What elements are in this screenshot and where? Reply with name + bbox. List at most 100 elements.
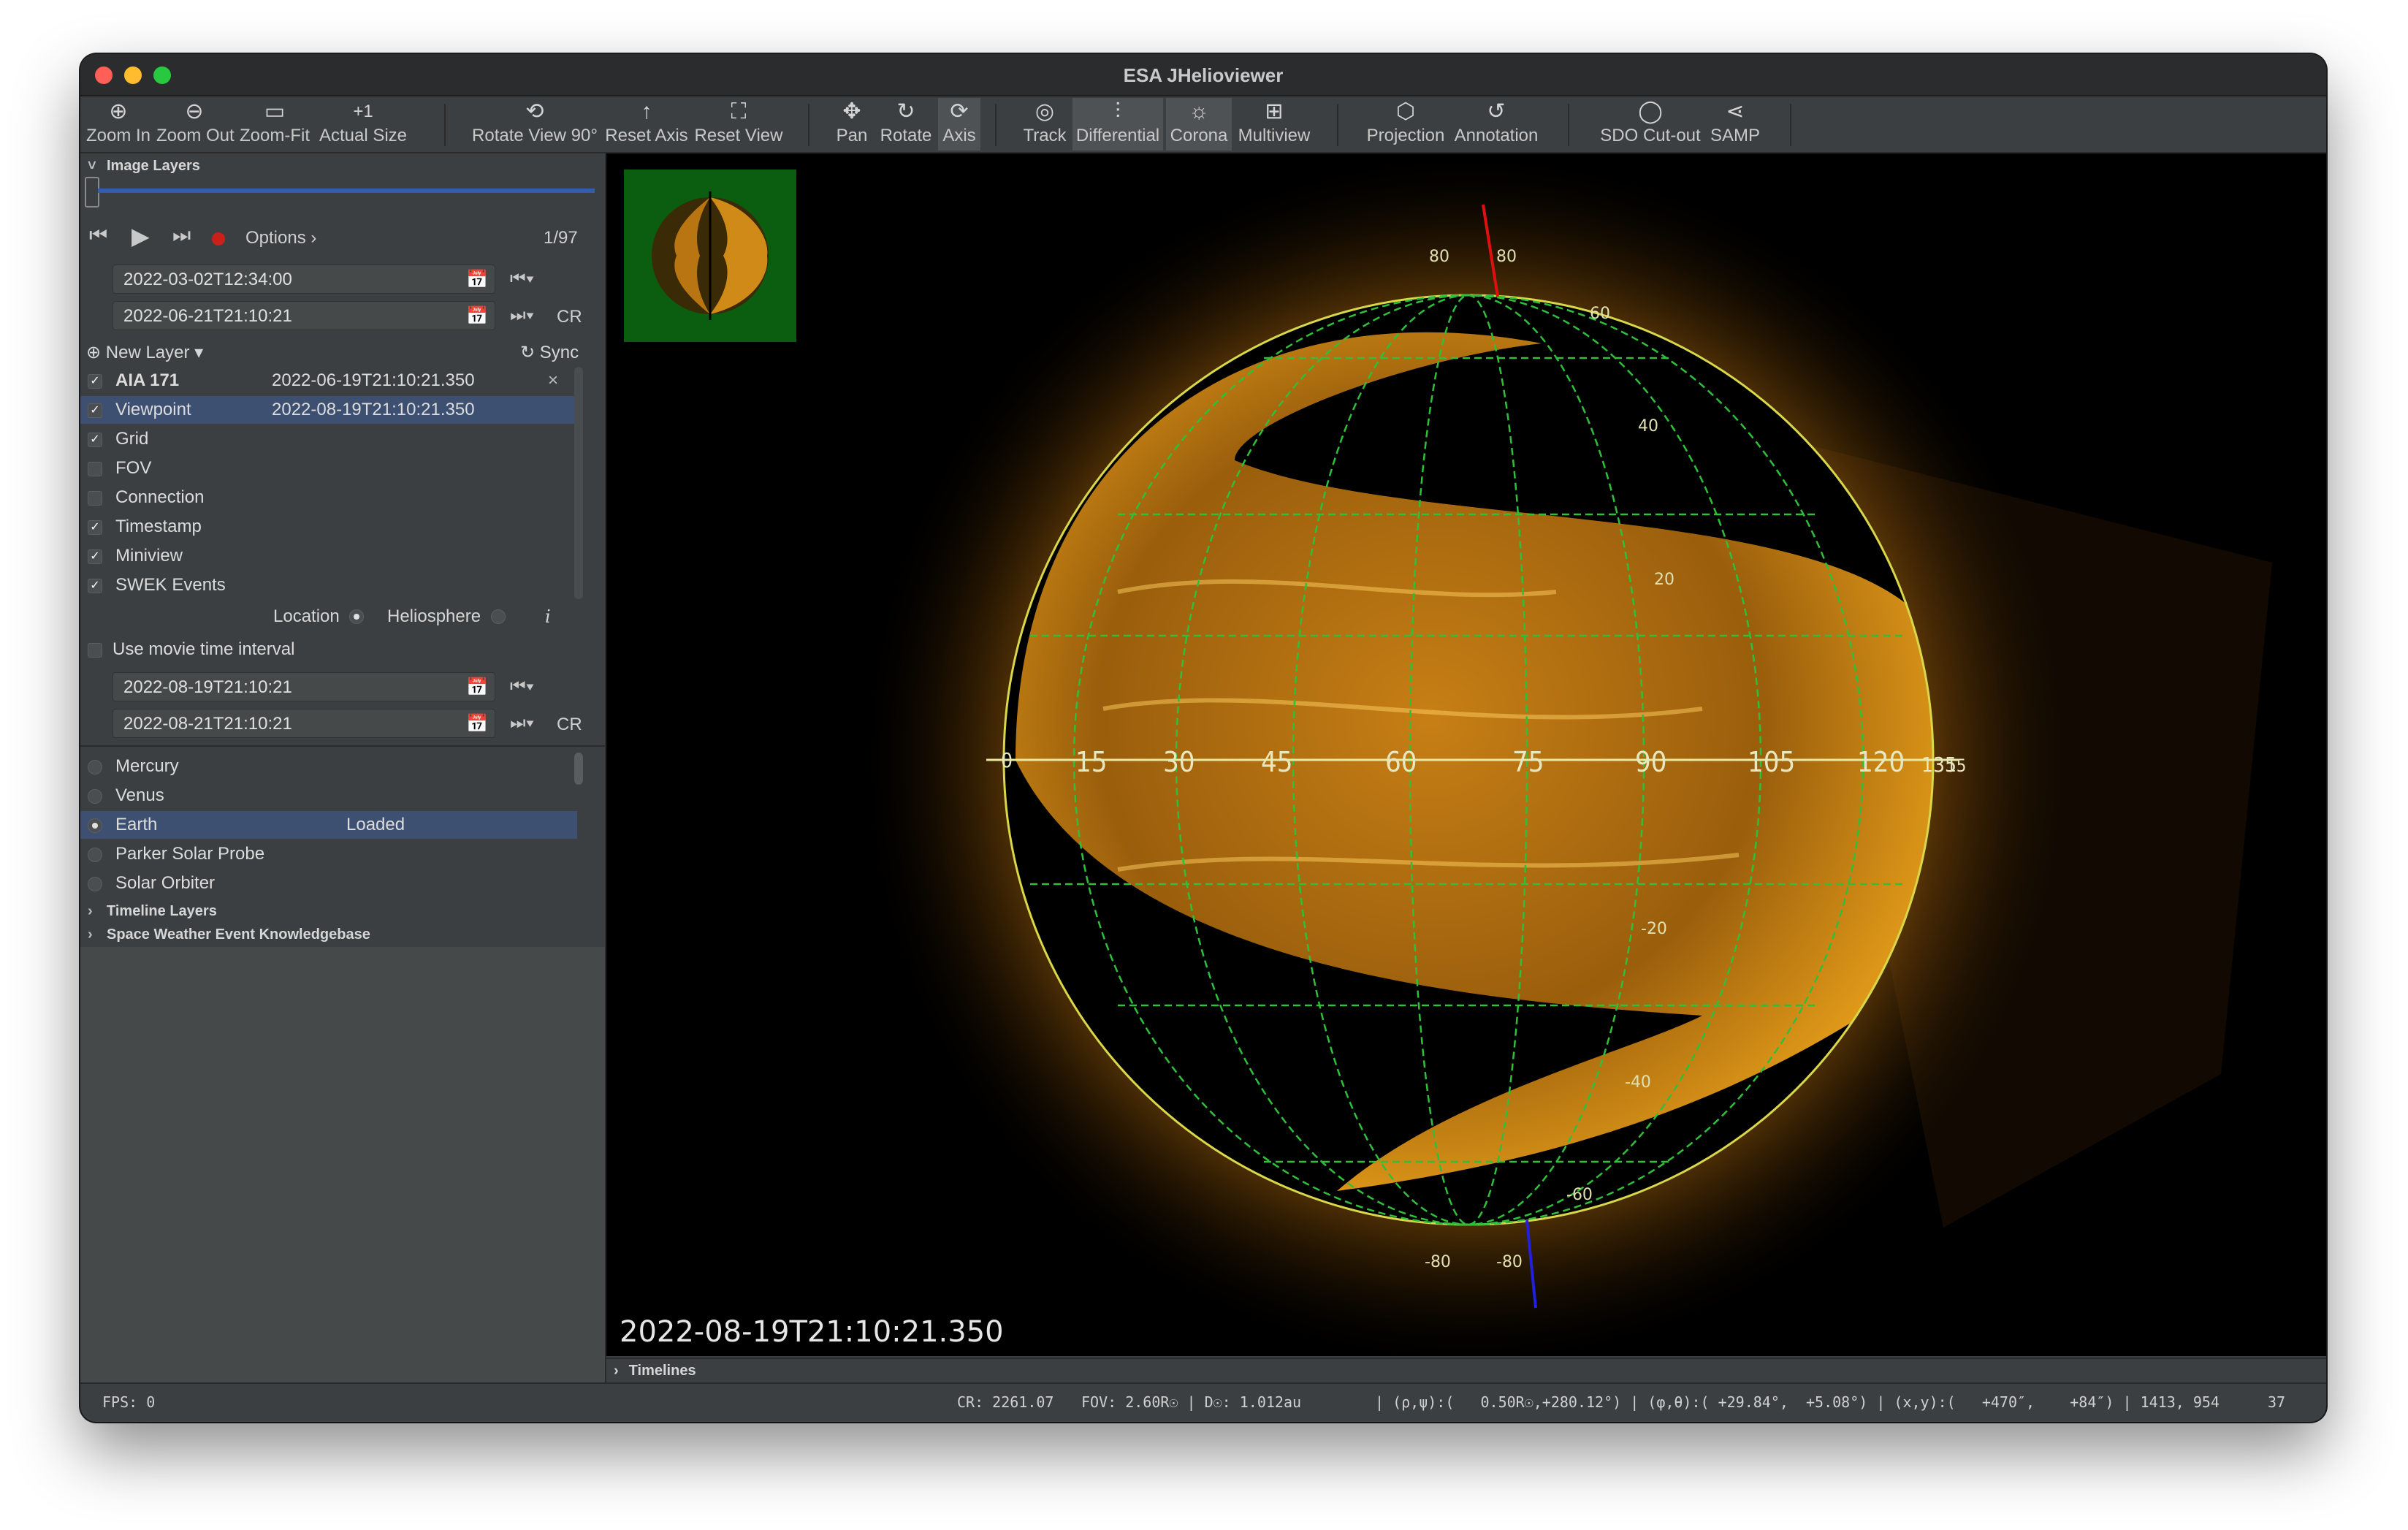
toolbar-separator (444, 104, 446, 146)
svg-text:-80: -80 (1425, 1253, 1451, 1271)
heliosphere-radio[interactable] (491, 609, 506, 624)
timeline-layers-header[interactable]: › Timeline Layers (80, 900, 217, 922)
axis-tick-label: 60 (1385, 746, 1417, 778)
svg-text:20: 20 (1654, 571, 1674, 589)
chevron-right-icon: › (88, 926, 93, 943)
frame-slider-track[interactable] (98, 189, 595, 193)
sync-button[interactable]: ↻ Sync (520, 342, 579, 363)
use-movie-interval[interactable]: Use movie time interval (80, 636, 577, 663)
image-layers-header[interactable]: ˅ Image Layers (80, 155, 200, 177)
projection-button[interactable]: ⬡ Projection (1363, 98, 1448, 151)
viewpoint-end-field[interactable]: 2022-08-21T21:10:21 (113, 709, 495, 738)
title-bar: ESA JHelioviewer (80, 54, 2326, 96)
share-icon: ⋖ (1726, 99, 1745, 123)
actual-size-button[interactable]: +1 Actual Size (317, 98, 409, 151)
remove-layer-icon[interactable]: × (548, 367, 558, 395)
pan-button[interactable]: ✥ Pan (830, 98, 874, 151)
rotate-button[interactable]: ↻ Rotate (877, 98, 935, 151)
multiview-button[interactable]: ⊞ Multiview (1235, 98, 1314, 151)
layer-row-fov[interactable]: FOV (80, 454, 577, 482)
svg-text:80: 80 (1496, 248, 1517, 266)
body-radio[interactable] (88, 760, 102, 774)
layer-row-aia171[interactable]: ✓ AIA 171 2022-06-19T21:10:21.350 × (80, 367, 577, 395)
layer-list-scrollbar[interactable] (574, 367, 583, 599)
layer-checkbox[interactable]: ✓ (88, 579, 102, 593)
carrington-button[interactable]: CR (557, 307, 582, 327)
viewpoint-carrington-button[interactable]: CR (557, 715, 582, 735)
frame-counter: 1/97 (544, 228, 578, 248)
body-row-mercury[interactable]: Mercury (80, 753, 577, 780)
axis-tick-label: 15 (1075, 746, 1108, 778)
sdo-cutout-icon: ◯ (1638, 99, 1663, 123)
miniview[interactable] (624, 170, 796, 342)
calendar-icon[interactable]: 📅 (466, 305, 488, 327)
calendar-icon[interactable]: 📅 (466, 713, 488, 734)
svg-text:-40: -40 (1625, 1073, 1651, 1092)
annotation-button[interactable]: ↺ Annotation (1451, 98, 1542, 151)
zoom-in-button[interactable]: ⊕ Zoom In (85, 98, 152, 151)
body-row-venus[interactable]: Venus (80, 782, 577, 810)
layer-row-miniview[interactable]: ✓ Miniview (80, 542, 577, 570)
layer-checkbox[interactable]: ✓ (88, 433, 102, 447)
axis-tick-label: 90 (1635, 746, 1667, 778)
axis-tick-label: 0 (1001, 748, 1013, 772)
axis-button[interactable]: ⟳ Axis (938, 98, 980, 151)
play-icon[interactable]: ▶ (132, 222, 150, 250)
sdo-cutout-button[interactable]: ◯ SDO Cut-out (1596, 98, 1705, 151)
body-radio[interactable] (88, 877, 102, 891)
swek-header[interactable]: › Space Weather Event Knowledgebase (80, 924, 370, 945)
reset-axis-button[interactable]: ↑ Reset Axis (603, 98, 690, 151)
reset-view-button[interactable]: ⛶ Reset View (694, 98, 783, 151)
location-radio[interactable] (349, 609, 364, 624)
solar-viewer[interactable]: 0 15 30 45 60 75 90 105 120 135 15 80 80… (606, 153, 2326, 1356)
calendar-icon[interactable]: 📅 (466, 269, 488, 290)
end-time-field[interactable]: 2022-06-21T21:10:21 (113, 301, 495, 330)
layer-checkbox[interactable]: ✓ (88, 520, 102, 535)
frame-slider-handle[interactable] (85, 177, 99, 208)
samp-button[interactable]: ⋖ SAMP (1708, 98, 1762, 151)
options-button[interactable]: Options › (245, 228, 316, 248)
body-row-solar-orbiter[interactable]: Solar Orbiter (80, 869, 577, 897)
divider (80, 745, 605, 747)
skip-forward-icon[interactable]: ⏭▾ (510, 305, 534, 326)
heliosphere-label: Heliosphere (387, 606, 481, 626)
body-list-scrollbar[interactable] (574, 753, 583, 785)
app-window: ESA JHelioviewer ⊕ Zoom In ⊖ Zoom Out ▭ Zoo… (80, 54, 2326, 1422)
body-radio[interactable] (88, 818, 102, 833)
layer-row-grid[interactable]: ✓ Grid (80, 425, 577, 453)
info-icon[interactable]: i (545, 606, 551, 627)
calendar-icon[interactable]: 📅 (466, 677, 488, 698)
corona-button[interactable]: ☼ Corona (1166, 98, 1232, 151)
viewpoint-start-field[interactable]: 2022-08-19T21:10:21 (113, 672, 495, 701)
skip-forward-icon[interactable]: ⏭▾ (510, 713, 534, 734)
layer-checkbox[interactable]: ✓ (88, 549, 102, 564)
skip-back-icon[interactable]: ⏮▾ (510, 269, 534, 289)
timelines-header[interactable]: › Timelines (606, 1358, 2326, 1384)
rotate-view-button[interactable]: ⟲ Rotate View 90° (470, 98, 599, 151)
body-radio[interactable] (88, 848, 102, 862)
layer-checkbox[interactable]: ✓ (88, 374, 102, 389)
use-movie-checkbox[interactable] (88, 643, 102, 658)
differential-button[interactable]: ⫶ Differential (1072, 98, 1163, 151)
body-row-parker[interactable]: Parker Solar Probe (80, 840, 577, 868)
start-time-field[interactable]: 2022-03-02T12:34:00 (113, 264, 495, 294)
previous-frame-icon[interactable]: ⏮ (89, 224, 107, 248)
zoom-out-button[interactable]: ⊖ Zoom Out (156, 98, 235, 151)
new-layer-button[interactable]: ⊕ New Layer ▾ (86, 342, 203, 363)
layer-row-viewpoint[interactable]: ✓ Viewpoint 2022-08-19T21:10:21.350 (80, 396, 577, 424)
layer-checkbox[interactable] (88, 462, 102, 476)
zoom-fit-button[interactable]: ▭ Zoom-Fit (237, 98, 313, 151)
layer-checkbox[interactable] (88, 491, 102, 506)
layer-row-swek-events[interactable]: ✓ SWEK Events (80, 571, 577, 599)
track-button[interactable]: ◎ Track (1020, 98, 1070, 151)
body-row-earth[interactable]: Earth Loaded (80, 811, 577, 839)
zoom-in-icon: ⊕ (109, 99, 128, 123)
body-radio[interactable] (88, 789, 102, 804)
layer-row-timestamp[interactable]: ✓ Timestamp (80, 513, 577, 541)
layer-checkbox[interactable]: ✓ (88, 403, 102, 418)
location-label: Location (273, 606, 340, 626)
next-frame-icon[interactable]: ⏭ (172, 224, 191, 248)
record-icon[interactable] (212, 232, 225, 246)
layer-row-connection[interactable]: Connection (80, 484, 577, 511)
skip-back-icon[interactable]: ⏮▾ (510, 677, 534, 697)
